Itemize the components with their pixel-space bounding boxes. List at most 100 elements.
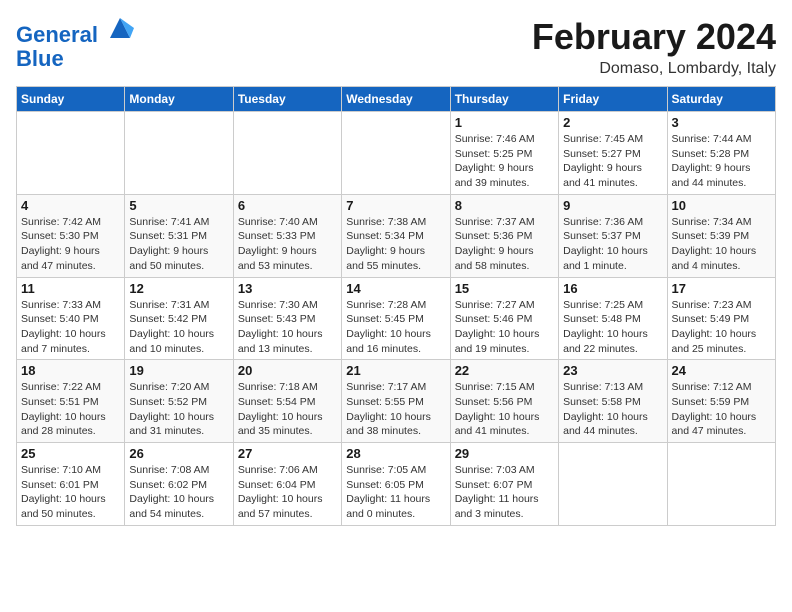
day-number: 3 xyxy=(672,115,771,130)
day-info: Sunrise: 7:28 AM Sunset: 5:45 PM Dayligh… xyxy=(346,298,445,357)
day-info: Sunrise: 7:08 AM Sunset: 6:02 PM Dayligh… xyxy=(129,463,228,522)
day-info: Sunrise: 7:41 AM Sunset: 5:31 PM Dayligh… xyxy=(129,215,228,274)
day-info: Sunrise: 7:23 AM Sunset: 5:49 PM Dayligh… xyxy=(672,298,771,357)
day-info: Sunrise: 7:42 AM Sunset: 5:30 PM Dayligh… xyxy=(21,215,120,274)
calendar-cell: 2 Sunrise: 7:45 AM Sunset: 5:27 PM Daylig… xyxy=(559,112,667,195)
calendar-cell: 23 Sunrise: 7:13 AM Sunset: 5:58 PM Dayli… xyxy=(559,360,667,443)
day-info: Sunrise: 7:22 AM Sunset: 5:51 PM Dayligh… xyxy=(21,380,120,439)
weekday-header-saturday: Saturday xyxy=(667,87,775,112)
calendar-week-3: 11Sunrise: 7:33 AM Sunset: 5:40 PM Dayli… xyxy=(17,277,776,360)
calendar-cell: 17 Sunrise: 7:23 AM Sunset: 5:49 PM Dayli… xyxy=(667,277,775,360)
day-info: Sunrise: 7:12 AM Sunset: 5:59 PM Dayligh… xyxy=(672,380,771,439)
day-info: Sunrise: 7:05 AM Sunset: 6:05 PM Dayligh… xyxy=(346,463,445,522)
weekday-header-wednesday: Wednesday xyxy=(342,87,450,112)
calendar-cell: 15 Sunrise: 7:27 AM Sunset: 5:46 PM Dayli… xyxy=(450,277,558,360)
calendar-cell: 3 Sunrise: 7:44 AM Sunset: 5:28 PM Daylig… xyxy=(667,112,775,195)
day-info: Sunrise: 7:27 AM Sunset: 5:46 PM Dayligh… xyxy=(455,298,554,357)
day-number: 29 xyxy=(455,446,554,461)
day-info: Sunrise: 7:18 AM Sunset: 5:54 PM Dayligh… xyxy=(238,380,337,439)
calendar-cell: 9 Sunrise: 7:36 AM Sunset: 5:37 PM Daylig… xyxy=(559,194,667,277)
day-number: 19 xyxy=(129,363,228,378)
weekday-header-row: SundayMondayTuesdayWednesdayThursdayFrid… xyxy=(17,87,776,112)
day-info: Sunrise: 7:31 AM Sunset: 5:42 PM Dayligh… xyxy=(129,298,228,357)
calendar-cell: 16 Sunrise: 7:25 AM Sunset: 5:48 PM Dayli… xyxy=(559,277,667,360)
calendar-cell xyxy=(559,443,667,526)
calendar-cell: 29Sunrise: 7:03 AM Sunset: 6:07 PM Dayli… xyxy=(450,443,558,526)
calendar-cell: 10 Sunrise: 7:34 AM Sunset: 5:39 PM Dayli… xyxy=(667,194,775,277)
day-number: 12 xyxy=(129,281,228,296)
day-info: Sunrise: 7:25 AM Sunset: 5:48 PM Dayligh… xyxy=(563,298,662,357)
day-number: 18 xyxy=(21,363,120,378)
header: General Blue February 2024 Domaso, Lomba… xyxy=(16,16,776,78)
calendar-cell: 20Sunrise: 7:18 AM Sunset: 5:54 PM Dayli… xyxy=(233,360,341,443)
calendar-cell: 24 Sunrise: 7:12 AM Sunset: 5:59 PM Dayli… xyxy=(667,360,775,443)
calendar-cell: 28 Sunrise: 7:05 AM Sunset: 6:05 PM Dayli… xyxy=(342,443,450,526)
calendar-cell: 5 Sunrise: 7:41 AM Sunset: 5:31 PM Daylig… xyxy=(125,194,233,277)
day-number: 13 xyxy=(238,281,337,296)
day-number: 21 xyxy=(346,363,445,378)
day-number: 2 xyxy=(563,115,662,130)
weekday-header-tuesday: Tuesday xyxy=(233,87,341,112)
weekday-header-sunday: Sunday xyxy=(17,87,125,112)
day-info: Sunrise: 7:17 AM Sunset: 5:55 PM Dayligh… xyxy=(346,380,445,439)
day-info: Sunrise: 7:20 AM Sunset: 5:52 PM Dayligh… xyxy=(129,380,228,439)
month-title: February 2024 xyxy=(532,16,776,58)
day-number: 11 xyxy=(21,281,120,296)
calendar-cell: 26 Sunrise: 7:08 AM Sunset: 6:02 PM Dayli… xyxy=(125,443,233,526)
calendar-cell: 22 Sunrise: 7:15 AM Sunset: 5:56 PM Dayli… xyxy=(450,360,558,443)
day-info: Sunrise: 7:13 AM Sunset: 5:58 PM Dayligh… xyxy=(563,380,662,439)
day-number: 14 xyxy=(346,281,445,296)
day-number: 1 xyxy=(455,115,554,130)
calendar-cell: 11Sunrise: 7:33 AM Sunset: 5:40 PM Dayli… xyxy=(17,277,125,360)
day-info: Sunrise: 7:30 AM Sunset: 5:43 PM Dayligh… xyxy=(238,298,337,357)
day-number: 7 xyxy=(346,198,445,213)
day-info: Sunrise: 7:36 AM Sunset: 5:37 PM Dayligh… xyxy=(563,215,662,274)
calendar-cell xyxy=(342,112,450,195)
day-number: 4 xyxy=(21,198,120,213)
calendar-cell: 12 Sunrise: 7:31 AM Sunset: 5:42 PM Dayli… xyxy=(125,277,233,360)
location-title: Domaso, Lombardy, Italy xyxy=(532,60,776,78)
day-info: Sunrise: 7:34 AM Sunset: 5:39 PM Dayligh… xyxy=(672,215,771,274)
calendar-week-5: 25Sunrise: 7:10 AM Sunset: 6:01 PM Dayli… xyxy=(17,443,776,526)
day-info: Sunrise: 7:46 AM Sunset: 5:25 PM Dayligh… xyxy=(455,132,554,191)
day-number: 23 xyxy=(563,363,662,378)
weekday-header-friday: Friday xyxy=(559,87,667,112)
day-number: 8 xyxy=(455,198,554,213)
calendar-cell: 19 Sunrise: 7:20 AM Sunset: 5:52 PM Dayli… xyxy=(125,360,233,443)
day-number: 24 xyxy=(672,363,771,378)
day-number: 15 xyxy=(455,281,554,296)
day-number: 10 xyxy=(672,198,771,213)
calendar-table: SundayMondayTuesdayWednesdayThursdayFrid… xyxy=(16,86,776,526)
calendar-cell: 6Sunrise: 7:40 AM Sunset: 5:33 PM Daylig… xyxy=(233,194,341,277)
logo-text: General xyxy=(16,20,134,47)
calendar-cell xyxy=(125,112,233,195)
logo: General Blue xyxy=(16,20,134,71)
day-number: 17 xyxy=(672,281,771,296)
calendar-cell: 8 Sunrise: 7:37 AM Sunset: 5:36 PM Daylig… xyxy=(450,194,558,277)
day-info: Sunrise: 7:45 AM Sunset: 5:27 PM Dayligh… xyxy=(563,132,662,191)
calendar-week-2: 4 Sunrise: 7:42 AM Sunset: 5:30 PM Daylig… xyxy=(17,194,776,277)
day-info: Sunrise: 7:44 AM Sunset: 5:28 PM Dayligh… xyxy=(672,132,771,191)
day-info: Sunrise: 7:15 AM Sunset: 5:56 PM Dayligh… xyxy=(455,380,554,439)
calendar-cell xyxy=(17,112,125,195)
day-number: 22 xyxy=(455,363,554,378)
calendar-week-1: 1 Sunrise: 7:46 AM Sunset: 5:25 PM Daylig… xyxy=(17,112,776,195)
day-number: 26 xyxy=(129,446,228,461)
calendar-cell: 14 Sunrise: 7:28 AM Sunset: 5:45 PM Dayli… xyxy=(342,277,450,360)
calendar-cell: 1 Sunrise: 7:46 AM Sunset: 5:25 PM Daylig… xyxy=(450,112,558,195)
day-info: Sunrise: 7:37 AM Sunset: 5:36 PM Dayligh… xyxy=(455,215,554,274)
weekday-header-thursday: Thursday xyxy=(450,87,558,112)
calendar-cell: 25Sunrise: 7:10 AM Sunset: 6:01 PM Dayli… xyxy=(17,443,125,526)
day-number: 27 xyxy=(238,446,337,461)
title-section: February 2024 Domaso, Lombardy, Italy xyxy=(532,16,776,78)
day-number: 28 xyxy=(346,446,445,461)
calendar-cell: 7 Sunrise: 7:38 AM Sunset: 5:34 PM Daylig… xyxy=(342,194,450,277)
calendar-cell xyxy=(667,443,775,526)
day-number: 16 xyxy=(563,281,662,296)
day-info: Sunrise: 7:10 AM Sunset: 6:01 PM Dayligh… xyxy=(21,463,120,522)
calendar-cell: 27Sunrise: 7:06 AM Sunset: 6:04 PM Dayli… xyxy=(233,443,341,526)
logo-icon xyxy=(106,14,134,42)
day-info: Sunrise: 7:38 AM Sunset: 5:34 PM Dayligh… xyxy=(346,215,445,274)
day-number: 9 xyxy=(563,198,662,213)
day-number: 5 xyxy=(129,198,228,213)
